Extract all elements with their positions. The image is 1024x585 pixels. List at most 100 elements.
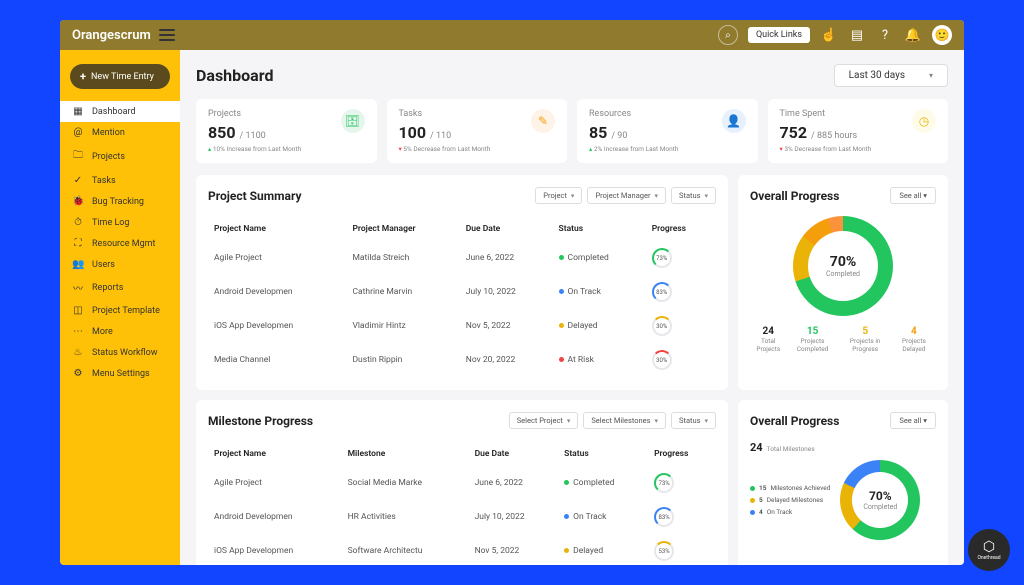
nav-label: Menu Settings [92,369,150,379]
stat-card-resources: Resources 85 / 90 ▴ 2% Increase from Las… [577,99,758,163]
row-milestone: Milestone Progress Select ProjectSelect … [196,400,948,565]
column-header: Project Name [210,443,342,465]
overall-milestone-panel: Overall Progress See all ▾ 24Total Miles… [738,400,948,565]
stat-card-tasks: Tasks 100 / 110 ▾ 5% Decrease from Last … [387,99,568,163]
table-row[interactable]: Android DevelopmenCathrine MarvinJuly 10… [210,276,714,308]
see-all-button[interactable]: See all ▾ [890,187,936,204]
sidebar-item-mention[interactable]: @Mention [60,122,180,143]
progress-stat: 24Total Projects [750,326,787,353]
nav-label: Projects [92,152,125,162]
chat-icon[interactable]: ▤ [848,28,866,43]
nav-label: Project Template [92,306,160,316]
progress-stat: 15Projects Completed [787,326,839,353]
table-row[interactable]: Agile ProjectMatilda StreichJune 6, 2022… [210,242,714,274]
nav-icon: ♨ [72,347,84,358]
chevron-down-icon: ▾ [929,71,933,80]
stat-change: ▴ 10% Increase from Last Month [208,145,365,153]
sidebar-item-bug-tracking[interactable]: 🐞Bug Tracking [60,191,180,212]
sidebar-item-tasks[interactable]: ✓ Tasks [60,170,180,191]
avatar[interactable]: 🙂 [932,25,952,45]
nav-icon: ⋯ [72,326,84,337]
filter-select-milestones[interactable]: Select Milestones [583,412,666,429]
bell-icon[interactable]: 🔔 [904,28,922,43]
milestone-legend: 15 Milestones Achieved5 Delayed Mileston… [750,484,830,516]
panel-title: Project Summary [208,189,301,203]
sidebar-item-dashboard[interactable]: ▦Dashboard [60,101,180,122]
progress-stat: 5Projects in Progress [839,326,892,353]
column-header: Due Date [471,443,559,465]
stat-total: / 885 hours [811,131,857,141]
project-summary-filters: Project Project Manager Status [535,187,716,204]
nav-icon: ▦ [72,106,84,117]
legend-item: 15 Milestones Achieved [750,484,830,492]
panel-title: Milestone Progress [208,414,313,428]
stat-card-time spent: Time Spent 752 / 885 hours ▾ 3% Decrease… [768,99,949,163]
quick-links-button[interactable]: Quick Links [748,27,810,43]
main-content: Dashboard Last 30 days ▾ Projects 850 / … [180,50,964,565]
sidebar-item-menu-settings[interactable]: ⚙ Menu Settings [60,363,180,384]
help-icon[interactable]: ? [876,28,894,43]
filter-status[interactable]: Status [671,187,716,204]
project-summary-table: Project NameProject ManagerDue DateStatu… [208,216,716,378]
column-header: Progress [650,443,714,465]
nav-label: Tasks [92,176,116,186]
panel-title: Overall Progress [750,414,839,428]
stat-change: ▾ 3% Decrease from Last Month [780,145,937,153]
nav-icon: 🗀 [72,148,84,165]
milestone-table: Project NameMilestoneDue DateStatusProgr… [208,441,716,565]
sidebar-item-resource-mgmt[interactable]: ⛶Resource Mgmt [60,233,180,254]
filter-select-project[interactable]: Select Project [509,412,579,429]
sidebar-item-projects[interactable]: 🗀 Projects [60,143,180,170]
nav-label: Users [92,260,115,270]
nav-icon: ⚙ [72,368,84,379]
search-icon[interactable]: ⌕ [718,25,738,45]
filter-project-manager[interactable]: Project Manager [587,187,666,204]
cube-icon: ⬡ [983,539,995,555]
stat-icon: ◷ [912,109,936,133]
filter-status[interactable]: Status [671,412,716,429]
sidebar-item-users[interactable]: 👥Users [60,254,180,275]
stat-icon: 🗄 [341,109,365,133]
nav-icon: ⏱ [72,217,84,228]
progress-stat: 4Projects Delayed [892,326,936,353]
app-body: + New Time Entry ▦Dashboard@Mention 🗀 Proj… [60,50,964,565]
column-header: Project Manager [348,218,459,240]
nav-label: Time Log [92,218,130,228]
milestone-panel: Milestone Progress Select ProjectSelect … [196,400,728,565]
sidebar-item-reports[interactable]: 〰Reports [60,275,180,300]
sidebar-item-more[interactable]: ⋯More [60,321,180,342]
project-summary-panel: Project Summary Project Project Manager St… [196,175,728,390]
hand-icon[interactable]: ☝ [820,28,838,43]
milestone-donut: 70% Completed [840,460,920,540]
column-header: Progress [648,218,714,240]
see-all-button[interactable]: See all ▾ [890,412,936,429]
new-time-entry-button[interactable]: + New Time Entry [70,64,170,89]
brand: Orangescrum [72,28,175,43]
menu-toggle-icon[interactable] [159,29,175,41]
table-row[interactable]: iOS App DevelopmenSoftware ArchitectuNov… [210,535,714,565]
new-entry-label: New Time Entry [91,72,154,82]
table-row[interactable]: Media ChannelDustin RippinNov 20, 2022At… [210,344,714,376]
nav-icon: ◫ [72,305,84,316]
sidebar-item-project-template[interactable]: ◫ Project Template [60,300,180,321]
stats-row: Projects 850 / 1100 ▴ 10% Increase from … [196,99,948,163]
period-selector[interactable]: Last 30 days ▾ [834,64,948,87]
stat-card-projects: Projects 850 / 1100 ▴ 10% Increase from … [196,99,377,163]
table-row[interactable]: Agile ProjectSocial Media MarkeJune 6, 2… [210,467,714,499]
overall-progress-donut: 70% Completed [793,216,893,316]
table-row[interactable]: iOS App DevelopmenVladimir HintzNov 5, 2… [210,310,714,342]
app-window: Orangescrum ⌕ Quick Links ☝ ▤ ? 🔔 🙂 + Ne… [60,20,964,565]
sidebar-item-status-workflow[interactable]: ♨Status Workflow [60,342,180,363]
table-row[interactable]: Android DevelopmenHR ActivitiesJuly 10, … [210,501,714,533]
stat-value: 850 [208,123,236,142]
filter-project[interactable]: Project [535,187,582,204]
nav-icon: 🐞 [72,196,84,207]
stat-change: ▾ 5% Decrease from Last Month [399,145,556,153]
stat-value: 752 [780,123,808,142]
nav-icon: ✓ [72,175,84,186]
stat-icon: ✎ [531,109,555,133]
panel-title: Overall Progress [750,189,839,203]
nav-icon: 〰 [72,280,84,295]
donut-label: Completed [826,270,860,278]
sidebar-item-time-log[interactable]: ⏱ Time Log [60,212,180,233]
